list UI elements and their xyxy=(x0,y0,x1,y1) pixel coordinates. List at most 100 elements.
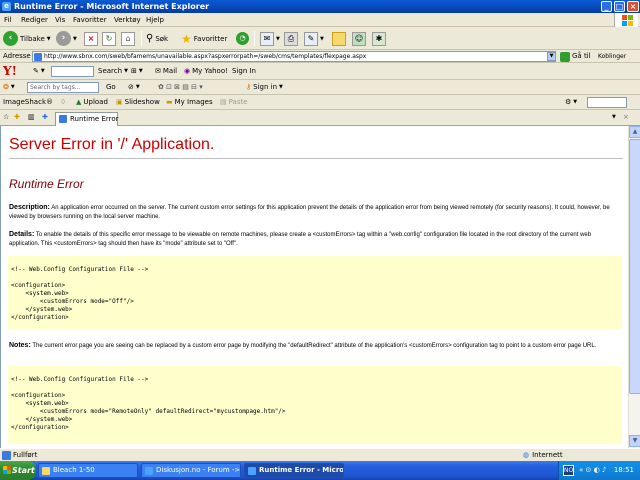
folder-icon xyxy=(332,31,346,46)
yahoo-sign-in-label: Sign In xyxy=(232,67,256,75)
minimize-button[interactable]: _ xyxy=(601,1,612,12)
menu-tools[interactable]: Verktøy xyxy=(114,15,141,25)
folder-button[interactable] xyxy=(332,30,346,47)
system-tray: NO « ⊙ ◐ ♪ 18:51 xyxy=(558,461,640,480)
tab-list-icon[interactable]: ▥ xyxy=(28,112,35,123)
yahoo-sign-in-button[interactable]: Sign In xyxy=(232,66,256,77)
tab-menu-icon[interactable]: ▼ xyxy=(612,112,616,123)
new-tab-icon[interactable]: ✚ xyxy=(42,112,48,123)
maximize-button[interactable]: □ xyxy=(614,1,625,12)
menu-edit[interactable]: Rediger xyxy=(21,15,48,25)
taskbar-item-label: Diskusjon.no - Forum -> ... xyxy=(156,466,241,474)
my-images-button[interactable]: ▬ My Images xyxy=(166,97,213,108)
title-bar: e Runtime Error - Microsoft Internet Exp… xyxy=(0,0,640,13)
menu-help[interactable]: Hjelp xyxy=(146,15,164,25)
add-favorites-icon[interactable]: ✚ xyxy=(14,112,20,123)
menu-favorites[interactable]: Favoritter xyxy=(73,15,107,25)
close-button[interactable]: × xyxy=(627,1,639,12)
search-button[interactable]: ⚲ Søk xyxy=(146,30,168,47)
go-label: Gå til xyxy=(572,52,591,60)
edit-button[interactable]: ✎ ▼ xyxy=(304,30,324,47)
yahoo-options-button[interactable]: ⊞ ▼ xyxy=(131,66,143,77)
back-button[interactable]: ‹ Tilbake ▼ xyxy=(3,30,51,47)
menu-view[interactable]: Vis xyxy=(55,15,65,25)
paste-label: Paste xyxy=(228,98,248,106)
toolbar-options-icon[interactable]: ⚙ ▼ xyxy=(565,97,577,108)
print-icon: ⎙ xyxy=(284,31,298,46)
windows-flag-icon xyxy=(614,13,638,27)
tray-icons[interactable]: « ⊙ ◐ ♪ xyxy=(579,461,606,480)
forward-button[interactable]: › ▼ xyxy=(56,30,77,47)
menu-bar: Fil Rediger Vis Favoritter Verktøy Hjelp xyxy=(0,13,640,27)
tools-button[interactable]: ✱ xyxy=(372,30,386,47)
details-text: To enable the details of this specific e… xyxy=(9,232,592,247)
upload-label: Upload xyxy=(83,98,108,106)
paste-button[interactable]: ▤ Paste xyxy=(220,97,248,108)
yahoo-search-input[interactable] xyxy=(51,66,94,77)
chevron-down-icon: ▼ xyxy=(279,84,283,90)
status-text: Fullført xyxy=(13,451,38,459)
clock[interactable]: 18:51 xyxy=(614,461,634,480)
upload-icon: ▲ xyxy=(76,98,82,106)
status-bar: Fullført ◍ Internett xyxy=(0,448,640,461)
notes-paragraph: Notes: The current error page you are se… xyxy=(9,341,621,351)
messenger-button[interactable]: ☺ xyxy=(352,30,366,47)
pencil-icon[interactable]: ✎ ▼ xyxy=(33,66,45,77)
home-button[interactable]: ⌂ xyxy=(121,30,135,47)
scroll-down-icon[interactable]: ▼ xyxy=(629,435,640,447)
start-button[interactable]: Start xyxy=(0,461,36,480)
menu-file[interactable]: Fil xyxy=(4,15,11,25)
search-toolbar: ❂ ▼ Search by tags... Go ⊘ ▼ ✿ ⊡ ⊠ ▤ ⊟ ▾… xyxy=(0,80,640,95)
refresh-button[interactable]: ↻ xyxy=(102,30,116,47)
config-code-block-2: <!-- Web.Config Configuration File --> <… xyxy=(8,366,622,444)
print-button[interactable]: ⎙ xyxy=(284,30,298,47)
yahoo-mail-button[interactable]: ✉ Mail xyxy=(155,66,177,77)
description-label: Description: xyxy=(9,204,50,211)
slideshow-button[interactable]: ▣ Slideshow xyxy=(116,97,160,108)
address-dropdown-icon[interactable]: ▼ xyxy=(547,52,556,61)
config-code-block-1: <!-- Web.Config Configuration File --> <… xyxy=(8,256,622,329)
go-button[interactable]: Gå til xyxy=(560,51,591,62)
scroll-up-icon[interactable]: ▲ xyxy=(629,126,640,138)
yahoo-search-button[interactable]: Search ▼ xyxy=(98,66,128,77)
popup-blocker-icon[interactable]: ⊘ ▼ xyxy=(128,82,140,93)
scroll-thumb[interactable] xyxy=(629,139,640,394)
toolbar-extra-icons[interactable]: ✿ ⊡ ⊠ ▤ ⊟ ▾ xyxy=(158,82,203,93)
favorites-center-icon[interactable]: ☆ xyxy=(3,112,9,123)
history-button[interactable]: ◔ xyxy=(236,30,249,47)
mail-button[interactable]: ✉ ▼ xyxy=(260,30,280,47)
bulb-icon[interactable]: ♢ xyxy=(60,97,66,108)
taskbar: Start Bleach 1-50 Diskusjon.no - Forum -… xyxy=(0,461,640,480)
edit-icon: ✎ xyxy=(304,31,318,46)
taskbar-item-runtime-error[interactable]: Runtime Error - Micro... xyxy=(244,463,344,478)
address-url: http://www.sbnx.com/sweb/bfamems/unavail… xyxy=(44,53,367,60)
forward-arrow-icon: › xyxy=(56,31,71,46)
search-toolbar-sign-in-label: Sign in xyxy=(253,83,278,91)
tag-search-go-button[interactable]: Go xyxy=(106,82,116,93)
taskbar-item-bleach[interactable]: Bleach 1-50 xyxy=(38,463,138,478)
language-indicator[interactable]: NO xyxy=(563,465,574,476)
tag-search-input[interactable]: Search by tags... xyxy=(27,82,99,93)
windows-flag-icon xyxy=(3,466,11,474)
search-toolbar-sign-in[interactable]: ⚷ Sign in ▼ xyxy=(246,82,283,93)
vertical-scrollbar[interactable]: ▲ ▼ xyxy=(628,126,640,448)
taskbar-item-diskusjon[interactable]: Diskusjon.no - Forum -> ... xyxy=(141,463,241,478)
page-subheading: Runtime Error xyxy=(9,177,84,191)
my-yahoo-button[interactable]: ◉ My Yahoo! xyxy=(184,66,228,77)
address-input[interactable]: http://www.sbnx.com/sweb/bfamems/unavail… xyxy=(32,51,556,62)
favorites-button[interactable]: ★ Favoritter xyxy=(181,30,227,47)
slideshow-icon: ▣ xyxy=(116,98,123,106)
my-images-label: My Images xyxy=(174,98,213,106)
favorites-label: Favoritter xyxy=(193,34,228,43)
stop-button[interactable]: × xyxy=(84,30,98,47)
yahoo-logo[interactable]: Y! xyxy=(3,64,17,78)
slideshow-label: Slideshow xyxy=(124,98,160,106)
upload-button[interactable]: ▲ Upload xyxy=(76,97,108,108)
chevron-down-icon: ▼ xyxy=(73,35,77,42)
close-tab-icon[interactable]: × xyxy=(623,112,629,123)
imageshack-search-input[interactable] xyxy=(587,97,627,108)
links-label[interactable]: Koblinger xyxy=(598,51,626,62)
imageshack-label[interactable]: ImageShack® xyxy=(3,97,53,108)
tab-runtime-error[interactable]: Runtime Error xyxy=(55,112,119,126)
search-label: Søk xyxy=(155,34,169,43)
